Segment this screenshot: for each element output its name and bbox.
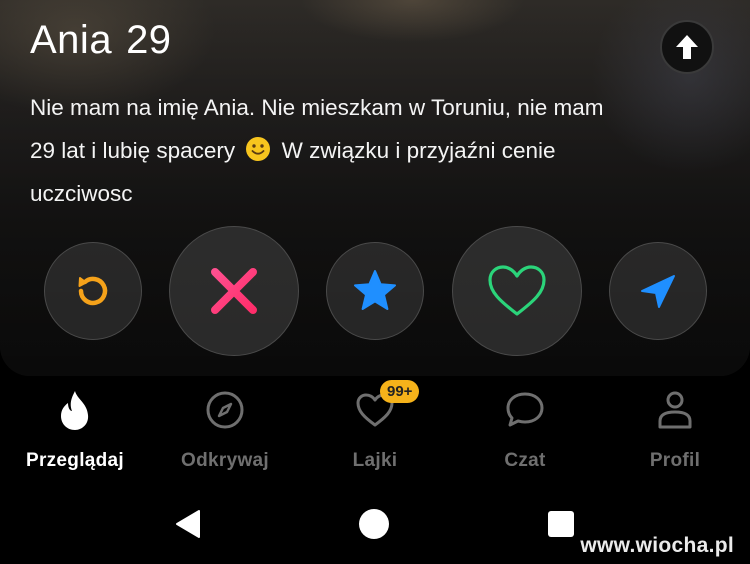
bio-text: W związku i przyjaźni cenie <box>281 138 556 163</box>
back-triangle-icon <box>176 510 200 538</box>
arrow-up-icon <box>676 35 698 59</box>
bottom-tab-bar: Przeglądaj Odkrywaj 99+ Lajki Czat Profi… <box>0 380 750 490</box>
nav-back-button[interactable] <box>168 504 208 544</box>
boost-button[interactable] <box>609 242 707 340</box>
tab-label: Czat <box>504 450 546 471</box>
nav-home-button[interactable] <box>354 504 394 544</box>
send-icon <box>641 275 675 308</box>
tab-label: Przeglądaj <box>25 450 125 471</box>
nope-button[interactable] <box>169 226 299 356</box>
recents-square-icon <box>548 511 574 537</box>
nav-recents-button[interactable] <box>541 504 581 544</box>
x-icon <box>211 268 257 314</box>
tab-profile[interactable]: Profil <box>600 380 750 472</box>
smiling-face-emoji-icon <box>246 137 271 161</box>
tab-label: Odkrywaj <box>181 450 269 471</box>
likes-count-badge: 99+ <box>380 380 420 403</box>
star-icon <box>354 270 396 310</box>
rewind-button[interactable] <box>44 242 142 340</box>
compass-icon <box>206 391 244 429</box>
rewind-icon <box>78 276 108 306</box>
flame-icon <box>61 391 89 430</box>
profile-card[interactable]: Ania 29 Nie mam na imię Ania. Nie mieszka… <box>0 0 750 376</box>
chat-bubble-icon <box>506 392 544 427</box>
super-like-button[interactable] <box>326 242 424 340</box>
profile-name-age: Ania 29 <box>30 18 172 63</box>
profile-bio: Nie mam na imię Ania. Nie mieszkam w Tor… <box>30 86 720 215</box>
action-buttons-row <box>0 226 750 356</box>
bio-line: 29 lat i lubię spacery W związku i przyj… <box>30 129 720 172</box>
tab-browse[interactable]: Przeglądaj <box>0 380 150 472</box>
profile-info-button[interactable] <box>660 20 714 74</box>
tab-chat[interactable]: Czat <box>450 380 600 472</box>
tab-discover[interactable]: Odkrywaj <box>150 380 300 472</box>
bio-line: Nie mam na imię Ania. Nie mieszkam w Tor… <box>30 95 604 120</box>
home-circle-icon <box>359 509 389 539</box>
profile-name: Ania <box>30 18 113 62</box>
watermark: www.wiocha.pl <box>580 534 734 557</box>
profile-age: 29 <box>126 18 172 62</box>
tab-label: Lajki <box>352 450 398 471</box>
bio-text: 29 lat i lubię spacery <box>30 138 236 163</box>
person-icon <box>658 391 692 429</box>
bio-line: uczciwosc <box>30 181 133 206</box>
tab-likes[interactable]: 99+ Lajki <box>300 380 450 472</box>
tab-label: Profil <box>649 450 701 471</box>
heart-icon <box>488 265 546 316</box>
like-button[interactable] <box>452 226 582 356</box>
